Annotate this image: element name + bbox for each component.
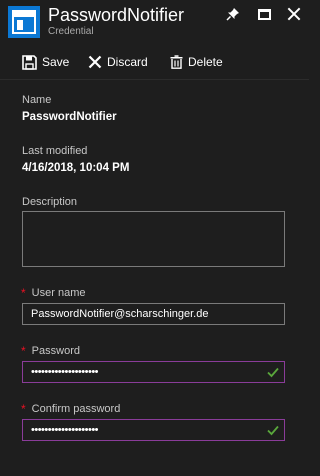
- last-modified-label: Last modified: [22, 145, 88, 157]
- password-value: ••••••••••••••••••••: [31, 366, 99, 378]
- description-textarea[interactable]: [22, 211, 285, 267]
- name-label: Name: [22, 94, 52, 106]
- username-input[interactable]: PasswordNotifier@scharschinger.de: [22, 303, 285, 325]
- maximize-icon: [257, 8, 271, 20]
- password-label-row: * Password: [21, 344, 80, 358]
- close-icon: [287, 7, 301, 21]
- toolbar-divider: [0, 79, 309, 80]
- username-label-row: * User name: [21, 286, 85, 300]
- page-title: PasswordNotifier: [48, 5, 185, 25]
- confirm-password-input[interactable]: ••••••••••••••••••••: [22, 419, 285, 441]
- confirm-password-label: Confirm password: [31, 403, 121, 415]
- checkmark-icon: [267, 425, 279, 436]
- maximize-button[interactable]: [253, 4, 275, 24]
- save-label: Save: [42, 55, 70, 69]
- close-button[interactable]: [283, 4, 305, 24]
- username-label: User name: [31, 287, 86, 299]
- delete-button[interactable]: Delete: [170, 50, 223, 74]
- command-toolbar: Save Discard Delete: [0, 50, 309, 74]
- checkmark-icon: [267, 367, 279, 378]
- save-icon: [22, 54, 37, 70]
- credential-icon: [8, 6, 40, 38]
- password-input[interactable]: ••••••••••••••••••••: [22, 361, 285, 383]
- required-marker: *: [21, 286, 26, 300]
- save-button[interactable]: Save: [22, 50, 69, 74]
- description-label: Description: [22, 196, 78, 208]
- name-value: PasswordNotifier: [22, 111, 117, 123]
- required-marker: *: [21, 344, 26, 358]
- confirm-password-value: ••••••••••••••••••••: [31, 424, 99, 436]
- pin-button[interactable]: [222, 4, 244, 24]
- discard-icon: [88, 55, 102, 69]
- page-subtitle: Credential: [48, 26, 94, 37]
- discard-label: Discard: [107, 55, 148, 69]
- last-modified-value: 4/16/2018, 10:04 PM: [22, 162, 130, 174]
- delete-label: Delete: [188, 55, 223, 69]
- blade-header: PasswordNotifier Credential: [0, 0, 309, 44]
- confirm-password-label-row: * Confirm password: [21, 402, 120, 416]
- pin-icon: [226, 8, 239, 21]
- discard-button[interactable]: Discard: [88, 50, 148, 74]
- trash-icon: [170, 55, 183, 69]
- password-label: Password: [31, 345, 80, 357]
- required-marker: *: [21, 402, 26, 416]
